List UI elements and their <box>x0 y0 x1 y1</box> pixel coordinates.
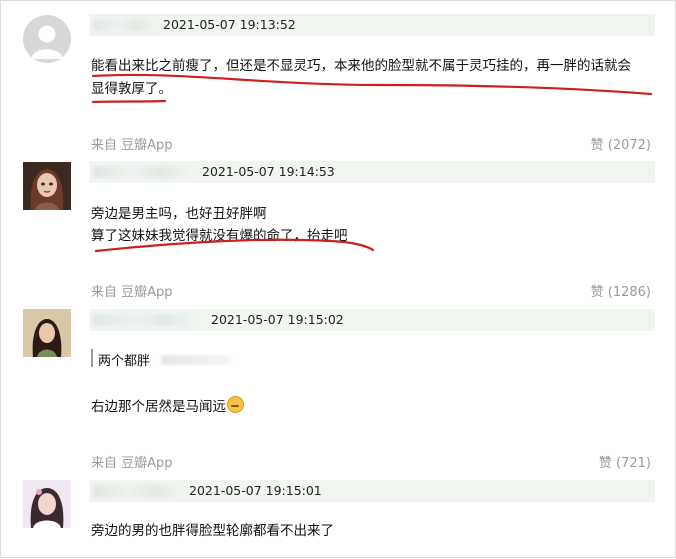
quote-bar <box>91 349 93 367</box>
quoted-username-blurred <box>161 355 231 365</box>
comment-thread: 2021-05-07 19:13:52 能看出来比之前瘦了，但还是不显灵巧，本来… <box>0 0 676 558</box>
username-blurred[interactable] <box>93 19 157 31</box>
source-label: 来自 豆瓣App <box>91 456 173 471</box>
comment-timestamp: 2021-05-07 19:15:02 <box>211 312 344 327</box>
comment-text-line: 显得敦厚了。 <box>91 81 172 97</box>
comment-meta: 2021-05-07 19:13:52 <box>89 14 655 36</box>
comment-text-line: 旁边是男主吗，也好丑好胖啊 <box>91 206 267 222</box>
source-label: 来自 豆瓣App <box>91 285 173 300</box>
comment-meta: 2021-05-07 19:15:02 <box>89 309 655 331</box>
comment-text: 右边那个居然是马闻远 <box>91 399 226 415</box>
comment-footer: 来自 豆瓣App 赞 (2072) <box>91 132 651 153</box>
avatar-user[interactable] <box>23 162 71 210</box>
comment-text-line: 算了这妹妹我觉得就没有爆的命了，抬走吧 <box>91 228 348 244</box>
comment-meta: 2021-05-07 19:15:01 <box>89 480 655 502</box>
comment-text-line: 旁边的男的也胖得脸型轮廓都看不出来了 <box>91 523 334 539</box>
avatar-user[interactable] <box>23 480 71 528</box>
comment-timestamp: 2021-05-07 19:13:52 <box>163 17 296 32</box>
source-label: 来自 豆瓣App <box>91 138 173 153</box>
user-avatar-photo <box>23 309 71 357</box>
comment-text-line: 能看出来比之前瘦了，但还是不显灵巧，本来他的脸型就不属于灵巧挂的，再一胖的话就会 <box>91 58 631 74</box>
user-avatar-photo <box>23 480 71 528</box>
avatar-user[interactable] <box>23 309 71 357</box>
emoji-icon <box>227 396 244 413</box>
comment-timestamp: 2021-05-07 19:14:53 <box>202 164 335 179</box>
default-user-icon <box>31 25 63 59</box>
user-avatar-illustration <box>23 162 71 210</box>
username-blurred[interactable] <box>93 166 191 178</box>
username-blurred[interactable] <box>93 314 195 326</box>
comment-timestamp: 2021-05-07 19:15:01 <box>189 483 322 498</box>
username-blurred[interactable] <box>93 485 181 497</box>
quoted-reply-text: 两个都胖 <box>98 354 151 369</box>
like-button[interactable]: 赞 (1286) <box>591 281 651 300</box>
comment-footer: 来自 豆瓣App 赞 (721) <box>91 450 651 471</box>
comment-meta: 2021-05-07 19:14:53 <box>89 161 655 183</box>
underline-mark <box>91 73 653 96</box>
comment-footer: 来自 豆瓣App 赞 (1286) <box>91 279 651 300</box>
comment-text-line: 右边那个居然是马闻远 <box>91 395 244 415</box>
avatar-default[interactable] <box>23 15 71 63</box>
like-button[interactable]: 赞 (2072) <box>591 134 651 153</box>
underline-mark <box>91 99 167 104</box>
like-button[interactable]: 赞 (721) <box>599 452 651 471</box>
